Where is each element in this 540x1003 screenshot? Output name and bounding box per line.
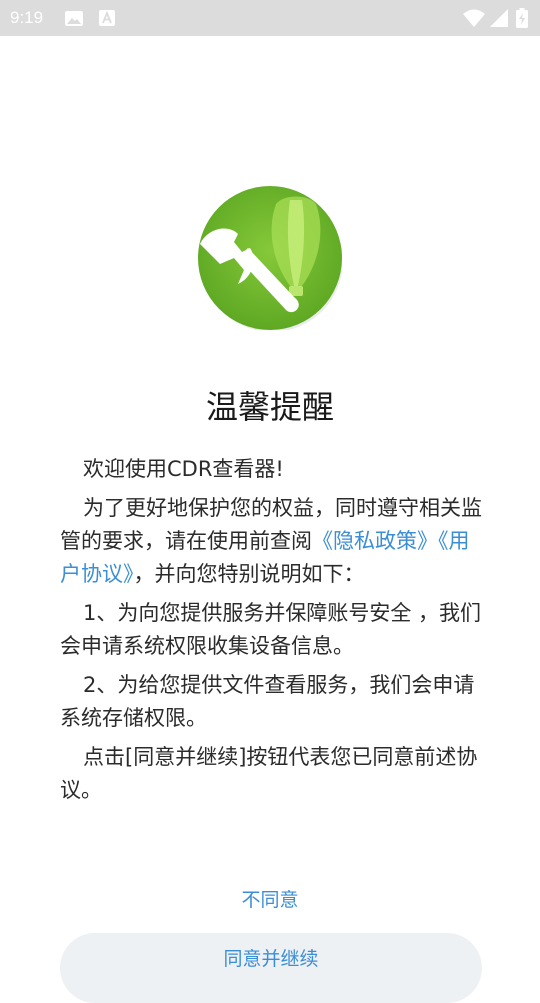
dialog-title: 温馨提醒 [205, 388, 334, 426]
privacy-paragraph: 为了更好地保护您的权益，同时遵守相关监管的要求，请在使用前查阅《隐私政策》《用户… [60, 492, 482, 591]
welcome-text: 欢迎使用CDR查看器! [83, 457, 284, 481]
a-icon [98, 0, 116, 36]
signal-icon [488, 0, 510, 36]
permission-item-1: 1、为向您提供服务并保障账号安全 ，我们会申请系统权限收集设备信息。 [60, 601, 482, 658]
closing-text: 点击[同意并继续]按钮代表您已同意前述协议。 [60, 745, 478, 802]
battery-icon [514, 0, 530, 36]
privacy-policy-link[interactable]: 《隐私政策》 [312, 529, 438, 553]
privacy-paragraph-suffix: ，并向您特别说明如下： [133, 562, 365, 586]
app-logo [198, 186, 343, 332]
status-bar: 9:19 [0, 0, 540, 36]
image-icon [64, 0, 84, 36]
agree-continue-button[interactable]: 同意并继续 [60, 933, 482, 1003]
disagree-button[interactable]: 不同意 [0, 884, 540, 916]
dialog-body: 欢迎使用CDR查看器! 为了更好地保护您的权益，同时遵守相关监管的要求，请在使用… [60, 453, 482, 813]
permission-item-2: 2、为给您提供文件查看服务，我们会申请系统存储权限。 [60, 673, 475, 730]
status-time: 9:19 [10, 8, 44, 27]
wifi-icon [462, 0, 486, 36]
